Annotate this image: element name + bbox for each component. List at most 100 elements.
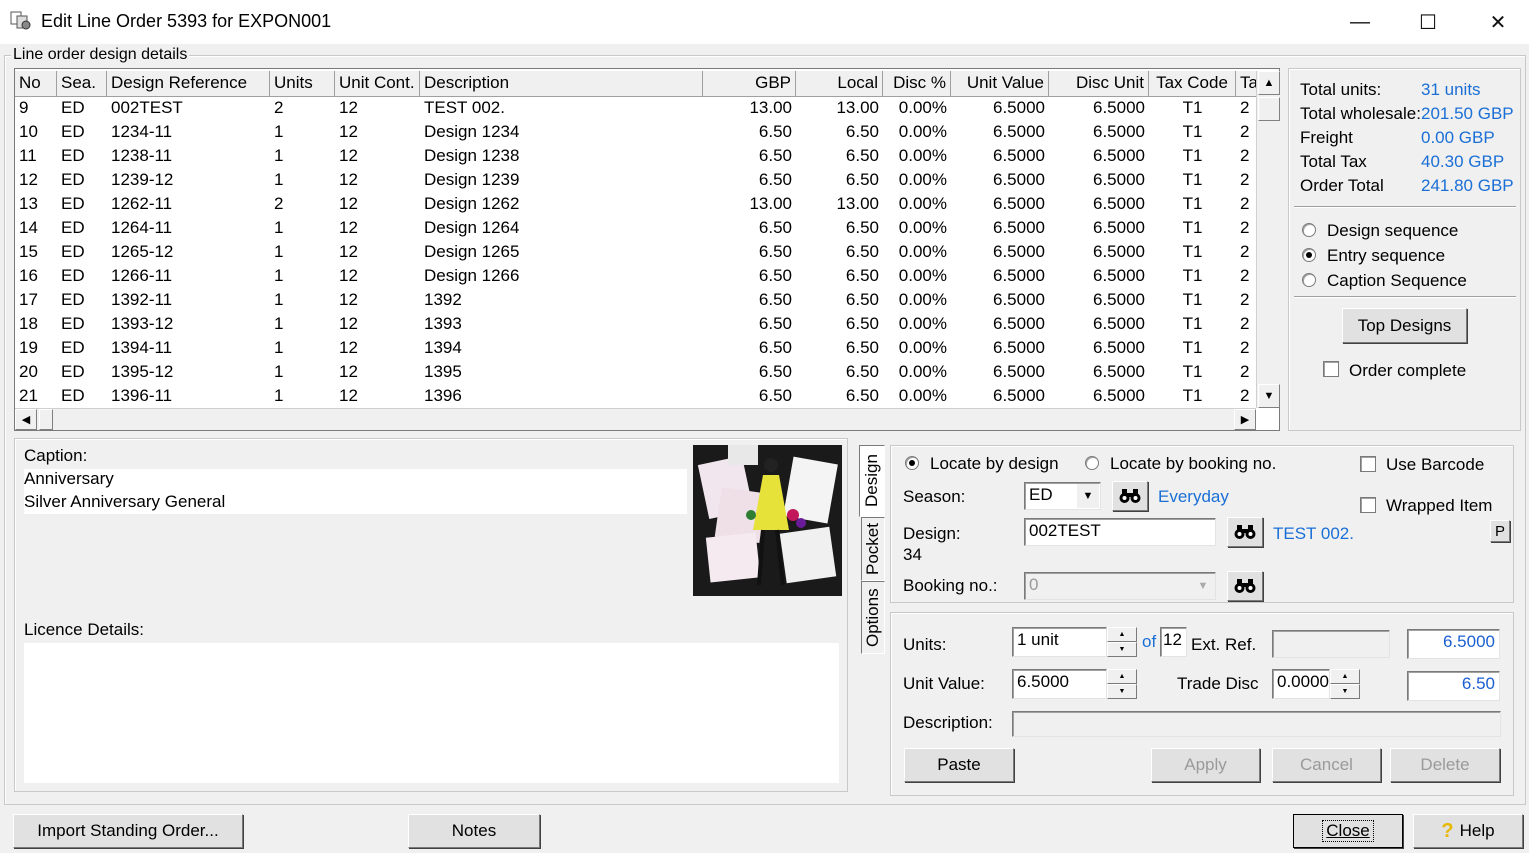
- tab-options[interactable]: Options: [861, 581, 885, 654]
- column-header-design-reference[interactable]: Design Reference: [107, 71, 270, 97]
- grid-vertical-scrollbar[interactable]: ▲ ▼: [1256, 71, 1280, 408]
- cell-tax-code: T1: [1182, 314, 1203, 333]
- spin-down-icon[interactable]: ▼: [1330, 684, 1360, 699]
- unit-value-spinner[interactable]: ▲ ▼: [1107, 669, 1137, 699]
- cell-gbp: 6.50: [758, 146, 792, 165]
- p-button[interactable]: P: [1490, 520, 1510, 542]
- unit-container-input[interactable]: 12: [1160, 627, 1187, 657]
- notes-button[interactable]: Notes: [408, 814, 540, 848]
- column-header-disc-unit[interactable]: Disc Unit: [1049, 71, 1149, 97]
- scroll-left-arrow-icon[interactable]: ◀: [15, 409, 37, 430]
- wrapped-item-checkbox[interactable]: [1360, 497, 1376, 513]
- cell-unit-value: 6.5000: [993, 122, 1045, 141]
- cell-no: 19: [19, 338, 38, 357]
- use-barcode-checkbox[interactable]: [1360, 456, 1376, 472]
- unit-value-input[interactable]: 6.5000: [1012, 669, 1107, 699]
- units-spinner[interactable]: ▲ ▼: [1107, 627, 1137, 657]
- column-header-units[interactable]: Units: [270, 71, 335, 97]
- cell-gbp: 6.50: [758, 242, 792, 261]
- cell-description: 1394: [424, 338, 462, 357]
- trade-disc-spinner[interactable]: ▲ ▼: [1330, 669, 1360, 699]
- cell-gbp: 6.50: [758, 266, 792, 285]
- ext-ref-input[interactable]: [1272, 630, 1390, 658]
- cell-tax-code: T1: [1182, 386, 1203, 405]
- horizontal-scroll-thumb[interactable]: [39, 409, 53, 430]
- spin-down-icon[interactable]: ▼: [1107, 684, 1137, 699]
- licence-details-label: Licence Details:: [24, 620, 145, 639]
- design-sequence-radio[interactable]: [1302, 223, 1316, 237]
- cell-no: 9: [19, 98, 29, 117]
- spin-down-icon[interactable]: ▼: [1107, 642, 1137, 657]
- caption-sequence-radio[interactable]: [1302, 273, 1316, 287]
- cell-units: 1: [274, 338, 284, 357]
- licence-details-area[interactable]: [24, 643, 839, 783]
- help-button[interactable]: ? Help: [1413, 814, 1523, 848]
- order-complete-checkbox[interactable]: [1323, 361, 1339, 377]
- column-header-tax-code[interactable]: Tax Code: [1149, 71, 1236, 97]
- cell-description: Design 1238: [424, 146, 520, 165]
- cancel-button[interactable]: Cancel: [1272, 748, 1381, 782]
- top-designs-button[interactable]: Top Designs: [1342, 308, 1467, 343]
- design-input[interactable]: 002TEST: [1024, 518, 1216, 546]
- import-standing-order-button[interactable]: Import Standing Order...: [13, 814, 243, 848]
- booking-select[interactable]: 0 ▼: [1024, 572, 1216, 600]
- close-button[interactable]: Close: [1293, 814, 1403, 848]
- spin-up-icon[interactable]: ▲: [1107, 627, 1137, 642]
- grid-horizontal-scrollbar[interactable]: ◀ ▶: [15, 408, 1256, 430]
- cell-tax-code: T1: [1182, 290, 1203, 309]
- cell-tax-code: T1: [1182, 122, 1203, 141]
- vertical-scroll-thumb[interactable]: [1258, 97, 1280, 121]
- cell-description: Design 1239: [424, 170, 520, 189]
- column-header-gbp[interactable]: GBP: [703, 71, 796, 97]
- spin-up-icon[interactable]: ▲: [1330, 669, 1360, 684]
- column-header-local[interactable]: Local: [796, 71, 883, 97]
- trade-disc-input[interactable]: 0.0000: [1272, 669, 1330, 699]
- binoculars-icon[interactable]: [1112, 481, 1148, 511]
- column-header-unit-value[interactable]: Unit Value: [951, 71, 1049, 97]
- season-select[interactable]: ED ▼: [1024, 482, 1101, 510]
- column-header-disc-pct[interactable]: Disc %: [883, 71, 951, 97]
- cell-season: ED: [61, 194, 85, 213]
- column-header-description[interactable]: Description: [420, 71, 703, 97]
- apply-button[interactable]: Apply: [1151, 748, 1260, 782]
- cell-unit-value: 6.5000: [993, 338, 1045, 357]
- description-input[interactable]: [1012, 711, 1501, 737]
- design-preview-image[interactable]: [693, 445, 842, 596]
- tab-design[interactable]: Design: [859, 445, 885, 517]
- cell-disc-pct: 0.00%: [898, 362, 947, 381]
- units-input[interactable]: 1 unit: [1012, 627, 1107, 657]
- locate-by-booking-radio[interactable]: [1085, 456, 1099, 470]
- binoculars-icon[interactable]: [1227, 517, 1263, 547]
- design-grid[interactable]: No Sea. Design Reference Units Unit Cont. Des…: [14, 68, 1280, 431]
- minimize-button[interactable]: —: [1325, 0, 1395, 44]
- chevron-down-icon[interactable]: ▼: [1077, 484, 1099, 508]
- cell-gbp: 13.00: [749, 194, 792, 213]
- paste-button[interactable]: Paste: [904, 748, 1014, 782]
- column-header-season[interactable]: Sea.: [57, 71, 107, 97]
- binoculars-icon[interactable]: [1227, 571, 1263, 601]
- column-header-no[interactable]: No: [15, 71, 57, 97]
- cell-local: 6.50: [845, 338, 879, 357]
- cell-unit-cont: 12: [339, 266, 358, 285]
- maximize-button[interactable]: ☐: [1393, 0, 1463, 44]
- cell-description: Design 1264: [424, 218, 520, 237]
- app-icon: [10, 11, 31, 30]
- delete-button[interactable]: Delete: [1390, 748, 1500, 782]
- cell-units: 2: [274, 98, 284, 117]
- cell-units: 1: [274, 122, 284, 141]
- locate-by-design-radio[interactable]: [905, 456, 919, 470]
- cell-design-reference: 1265-12: [111, 242, 174, 261]
- cell-season: ED: [61, 362, 85, 381]
- entry-sequence-radio[interactable]: [1302, 248, 1316, 262]
- tab-pocket[interactable]: Pocket: [861, 517, 885, 581]
- cell-season: ED: [61, 386, 85, 405]
- chevron-down-icon[interactable]: ▼: [1192, 574, 1214, 598]
- scroll-down-arrow-icon[interactable]: ▼: [1258, 384, 1280, 408]
- scroll-up-arrow-icon[interactable]: ▲: [1258, 71, 1280, 95]
- column-header-unit-cont[interactable]: Unit Cont.: [335, 71, 420, 97]
- scroll-right-arrow-icon[interactable]: ▶: [1234, 409, 1256, 430]
- spin-up-icon[interactable]: ▲: [1107, 669, 1137, 684]
- cell-unit-value: 6.5000: [993, 170, 1045, 189]
- close-window-button[interactable]: ✕: [1463, 0, 1529, 44]
- cell-disc-unit: 6.5000: [1093, 170, 1145, 189]
